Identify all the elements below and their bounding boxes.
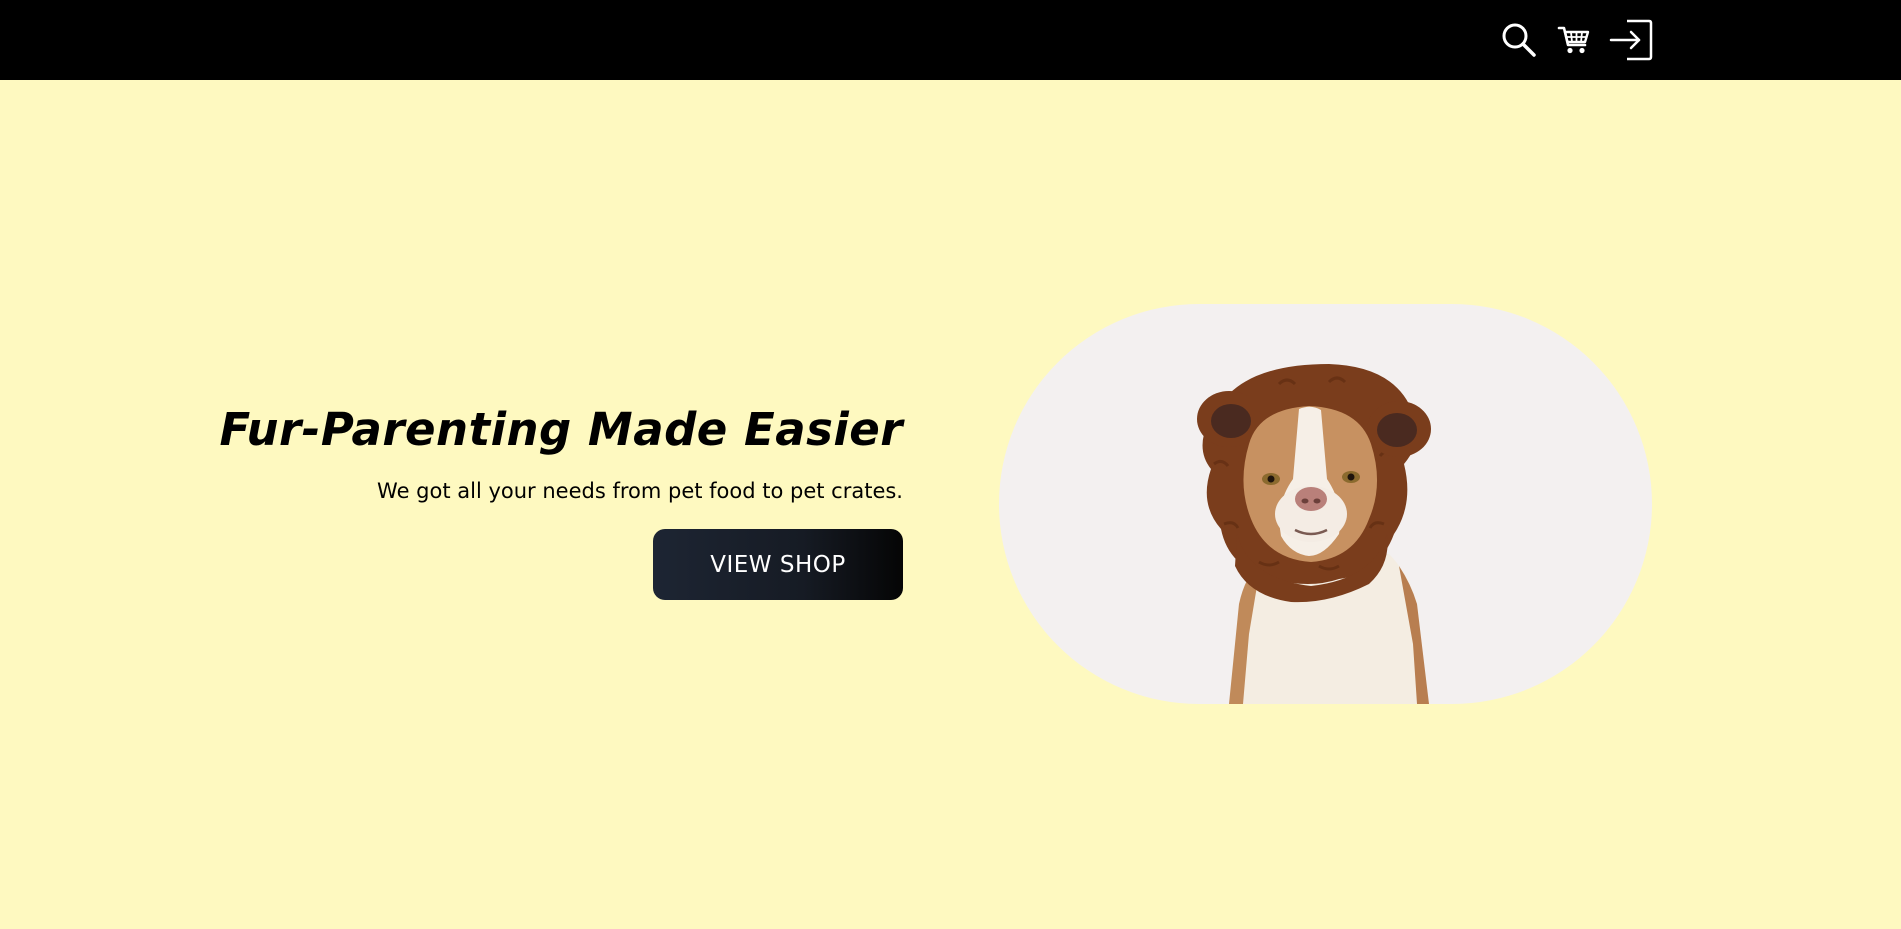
search-button[interactable] [1499,18,1539,62]
hero-title: Fur-Parenting Made Easier [219,403,903,456]
cart-icon [1557,26,1590,54]
login-icon [1609,19,1653,61]
hero-subtitle: We got all your needs from pet food to p… [377,479,903,503]
dog-bear-hood-illustration [1197,364,1431,704]
cart-button[interactable] [1554,18,1594,62]
top-navbar [0,0,1901,80]
hero-dog-image [999,304,1652,704]
hero-text-block: Fur-Parenting Made Easier We got all you… [203,400,903,506]
search-icon [1502,23,1536,57]
view-shop-button[interactable]: VIEW SHOP [653,529,903,600]
login-button[interactable] [1608,18,1654,62]
